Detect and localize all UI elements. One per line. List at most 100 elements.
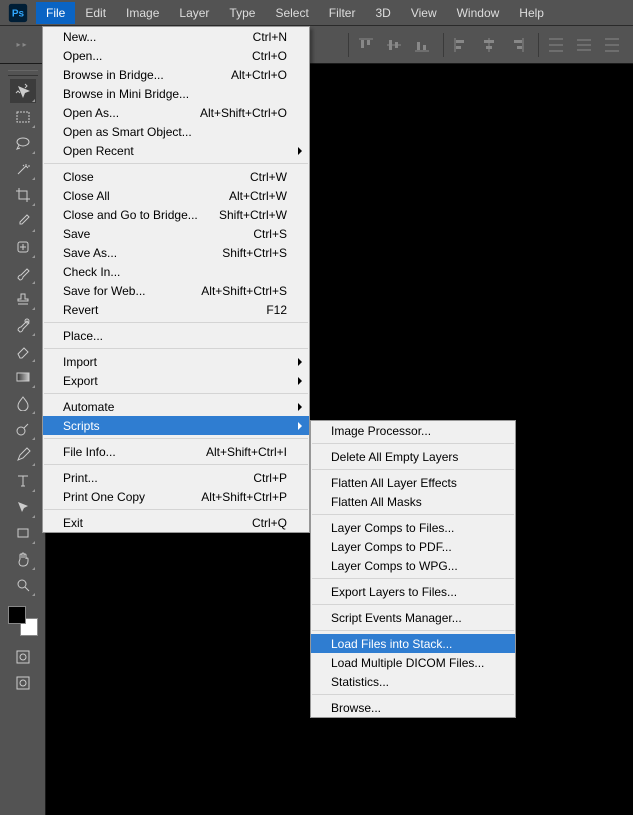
menu-item-automate[interactable]: Automate bbox=[43, 397, 309, 416]
tool-wand[interactable] bbox=[10, 157, 36, 181]
tool-quick-mask[interactable] bbox=[10, 645, 36, 669]
menu-item-shortcut: Alt+Shift+Ctrl+O bbox=[200, 106, 287, 120]
menu-item-script-events-manager[interactable]: Script Events Manager... bbox=[311, 608, 515, 627]
fg-color-swatch[interactable] bbox=[8, 606, 26, 624]
tool-blur[interactable] bbox=[10, 391, 36, 415]
tool-type[interactable] bbox=[10, 469, 36, 493]
menu-item-open-as-smart-object[interactable]: Open as Smart Object... bbox=[43, 122, 309, 141]
grip-icon[interactable]: ▸▸ bbox=[16, 41, 28, 49]
menu-item-save-for-web[interactable]: Save for Web...Alt+Shift+Ctrl+S bbox=[43, 281, 309, 300]
tool-pen[interactable] bbox=[10, 443, 36, 467]
menu-item-print[interactable]: Print...Ctrl+P bbox=[43, 468, 309, 487]
menu-item-layer-comps-to-files[interactable]: Layer Comps to Files... bbox=[311, 518, 515, 537]
menu-select[interactable]: Select bbox=[265, 2, 318, 24]
tool-heal[interactable] bbox=[10, 235, 36, 259]
menu-item-file-info[interactable]: File Info...Alt+Shift+Ctrl+I bbox=[43, 442, 309, 461]
tool-hand[interactable] bbox=[10, 547, 36, 571]
menu-item-close-and-go-to-bridge[interactable]: Close and Go to Bridge...Shift+Ctrl+W bbox=[43, 205, 309, 224]
distribute-bottom-icon[interactable] bbox=[601, 34, 623, 56]
menu-image[interactable]: Image bbox=[116, 2, 169, 24]
align-top-icon[interactable] bbox=[355, 34, 377, 56]
menu-item-image-processor[interactable]: Image Processor... bbox=[311, 421, 515, 440]
menu-item-flatten-all-masks[interactable]: Flatten All Masks bbox=[311, 492, 515, 511]
tool-eyedropper[interactable] bbox=[10, 209, 36, 233]
menu-item-shortcut: Ctrl+P bbox=[253, 471, 287, 485]
align-bottom-icon[interactable] bbox=[411, 34, 433, 56]
menu-item-export-layers-to-files[interactable]: Export Layers to Files... bbox=[311, 582, 515, 601]
menu-edit[interactable]: Edit bbox=[75, 2, 116, 24]
distribute-top-icon[interactable] bbox=[545, 34, 567, 56]
tool-move[interactable] bbox=[10, 79, 36, 103]
align-right-icon[interactable] bbox=[506, 34, 528, 56]
menu-filter[interactable]: Filter bbox=[319, 2, 366, 24]
tool-lasso[interactable] bbox=[10, 131, 36, 155]
menu-item-open[interactable]: Open...Ctrl+O bbox=[43, 46, 309, 65]
menu-file[interactable]: File bbox=[36, 2, 75, 24]
tool-stamp[interactable] bbox=[10, 287, 36, 311]
tool-zoom[interactable] bbox=[10, 573, 36, 597]
menu-item-layer-comps-to-wpg[interactable]: Layer Comps to WPG... bbox=[311, 556, 515, 575]
tool-eraser[interactable] bbox=[10, 339, 36, 363]
menu-item-close-all[interactable]: Close AllAlt+Ctrl+W bbox=[43, 186, 309, 205]
menu-item-export[interactable]: Export bbox=[43, 371, 309, 390]
align-left-icon[interactable] bbox=[450, 34, 472, 56]
menu-layer[interactable]: Layer bbox=[169, 2, 219, 24]
align-vcenter-icon[interactable] bbox=[383, 34, 405, 56]
menu-item-label: Print... bbox=[63, 471, 253, 485]
menu-item-open-recent[interactable]: Open Recent bbox=[43, 141, 309, 160]
menu-help[interactable]: Help bbox=[509, 2, 554, 24]
tool-crop[interactable] bbox=[10, 183, 36, 207]
menu-3d[interactable]: 3D bbox=[365, 2, 400, 24]
menu-item-browse-in-mini-bridge[interactable]: Browse in Mini Bridge... bbox=[43, 84, 309, 103]
menu-item-exit[interactable]: ExitCtrl+Q bbox=[43, 513, 309, 532]
menu-view[interactable]: View bbox=[401, 2, 447, 24]
menu-item-layer-comps-to-pdf[interactable]: Layer Comps to PDF... bbox=[311, 537, 515, 556]
menu-item-revert[interactable]: RevertF12 bbox=[43, 300, 309, 319]
menu-item-save[interactable]: SaveCtrl+S bbox=[43, 224, 309, 243]
tool-gradient[interactable] bbox=[10, 365, 36, 389]
menu-window[interactable]: Window bbox=[447, 2, 510, 24]
menu-item-flatten-all-layer-effects[interactable]: Flatten All Layer Effects bbox=[311, 473, 515, 492]
menu-item-label: Close and Go to Bridge... bbox=[63, 208, 219, 222]
menu-separator bbox=[44, 438, 308, 439]
tool-path-select[interactable] bbox=[10, 495, 36, 519]
menu-item-shortcut: F12 bbox=[266, 303, 287, 317]
menu-item-close[interactable]: CloseCtrl+W bbox=[43, 167, 309, 186]
menu-item-label: Open... bbox=[63, 49, 252, 63]
menu-item-load-files-into-stack[interactable]: Load Files into Stack... bbox=[311, 634, 515, 653]
menu-item-new[interactable]: New...Ctrl+N bbox=[43, 27, 309, 46]
menu-item-label: Layer Comps to Files... bbox=[331, 521, 493, 535]
panel-grip-icon[interactable] bbox=[8, 70, 38, 76]
tool-rect-marquee[interactable] bbox=[10, 105, 36, 129]
tool-screen-mode[interactable] bbox=[10, 671, 36, 695]
menu-item-statistics[interactable]: Statistics... bbox=[311, 672, 515, 691]
tool-brush[interactable] bbox=[10, 261, 36, 285]
align-hcenter-icon[interactable] bbox=[478, 34, 500, 56]
tool-dodge[interactable] bbox=[10, 417, 36, 441]
menu-item-delete-all-empty-layers[interactable]: Delete All Empty Layers bbox=[311, 447, 515, 466]
menu-item-print-one-copy[interactable]: Print One CopyAlt+Shift+Ctrl+P bbox=[43, 487, 309, 506]
menu-item-scripts[interactable]: Scripts bbox=[43, 416, 309, 435]
distribute-vcenter-icon[interactable] bbox=[573, 34, 595, 56]
menu-item-check-in[interactable]: Check In... bbox=[43, 262, 309, 281]
tool-history-brush[interactable] bbox=[10, 313, 36, 337]
menu-item-import[interactable]: Import bbox=[43, 352, 309, 371]
menu-item-save-as[interactable]: Save As...Shift+Ctrl+S bbox=[43, 243, 309, 262]
color-swatches[interactable] bbox=[8, 606, 38, 636]
tool-rectangle[interactable] bbox=[10, 521, 36, 545]
menu-item-label: Place... bbox=[63, 329, 287, 343]
tool-panel: ▸▸ bbox=[0, 26, 46, 815]
menu-item-shortcut: Alt+Ctrl+O bbox=[231, 68, 287, 82]
menu-item-shortcut: Alt+Shift+Ctrl+P bbox=[201, 490, 287, 504]
menu-item-label: File Info... bbox=[63, 445, 206, 459]
menu-item-label: Exit bbox=[63, 516, 252, 530]
menu-item-browse[interactable]: Browse... bbox=[311, 698, 515, 717]
menu-item-label: Export bbox=[63, 374, 287, 388]
menu-type[interactable]: Type bbox=[219, 2, 265, 24]
menu-item-label: New... bbox=[63, 30, 253, 44]
scripts-submenu-dropdown: Image Processor... Delete All Empty Layer… bbox=[310, 420, 516, 718]
menu-item-place[interactable]: Place... bbox=[43, 326, 309, 345]
menu-item-load-multiple-dicom-files[interactable]: Load Multiple DICOM Files... bbox=[311, 653, 515, 672]
menu-item-browse-in-bridge[interactable]: Browse in Bridge...Alt+Ctrl+O bbox=[43, 65, 309, 84]
menu-item-open-as[interactable]: Open As...Alt+Shift+Ctrl+O bbox=[43, 103, 309, 122]
